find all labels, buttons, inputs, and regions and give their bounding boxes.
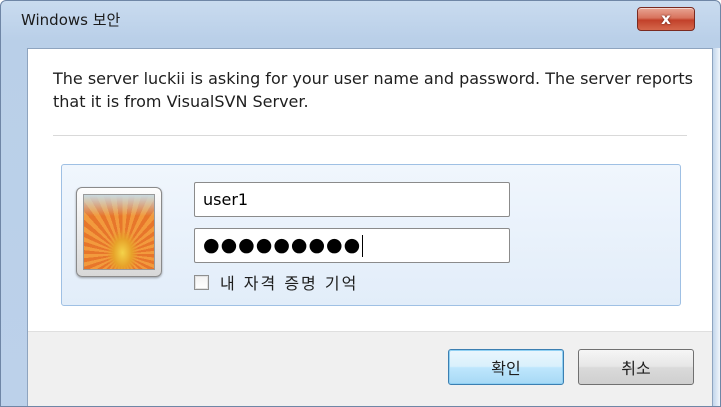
username-field[interactable]: user1: [194, 182, 510, 217]
credential-tile[interactable]: user1 ●●●●●●●●● 내 자격 증명 기억: [61, 164, 681, 306]
security-dialog-window: Windows 보안 x The server luckii is asking…: [0, 0, 721, 407]
dialog-client-area: The server luckii is asking for your use…: [27, 48, 713, 406]
remember-credentials-row[interactable]: 내 자격 증명 기억: [194, 270, 358, 294]
close-icon: x: [661, 10, 671, 28]
avatar: [76, 187, 162, 277]
cancel-button[interactable]: 취소: [578, 349, 694, 385]
window-edge: [713, 48, 720, 406]
server-message: The server luckii is asking for your use…: [53, 69, 693, 111]
password-mask: ●●●●●●●●●: [203, 234, 362, 256]
remember-credentials-label[interactable]: 내 자격 증명 기억: [220, 270, 358, 294]
ok-button[interactable]: 확인: [448, 349, 564, 385]
button-bar: 확인 취소: [28, 331, 712, 406]
window-title: Windows 보안: [21, 11, 121, 29]
separator: [53, 135, 687, 136]
remember-credentials-checkbox[interactable]: [194, 274, 209, 290]
close-button[interactable]: x: [637, 7, 695, 31]
password-field[interactable]: ●●●●●●●●●: [194, 228, 510, 263]
text-cursor: [362, 234, 364, 257]
title-bar[interactable]: Windows 보안 x: [1, 1, 720, 37]
user-tile-flower-icon: [83, 194, 155, 270]
